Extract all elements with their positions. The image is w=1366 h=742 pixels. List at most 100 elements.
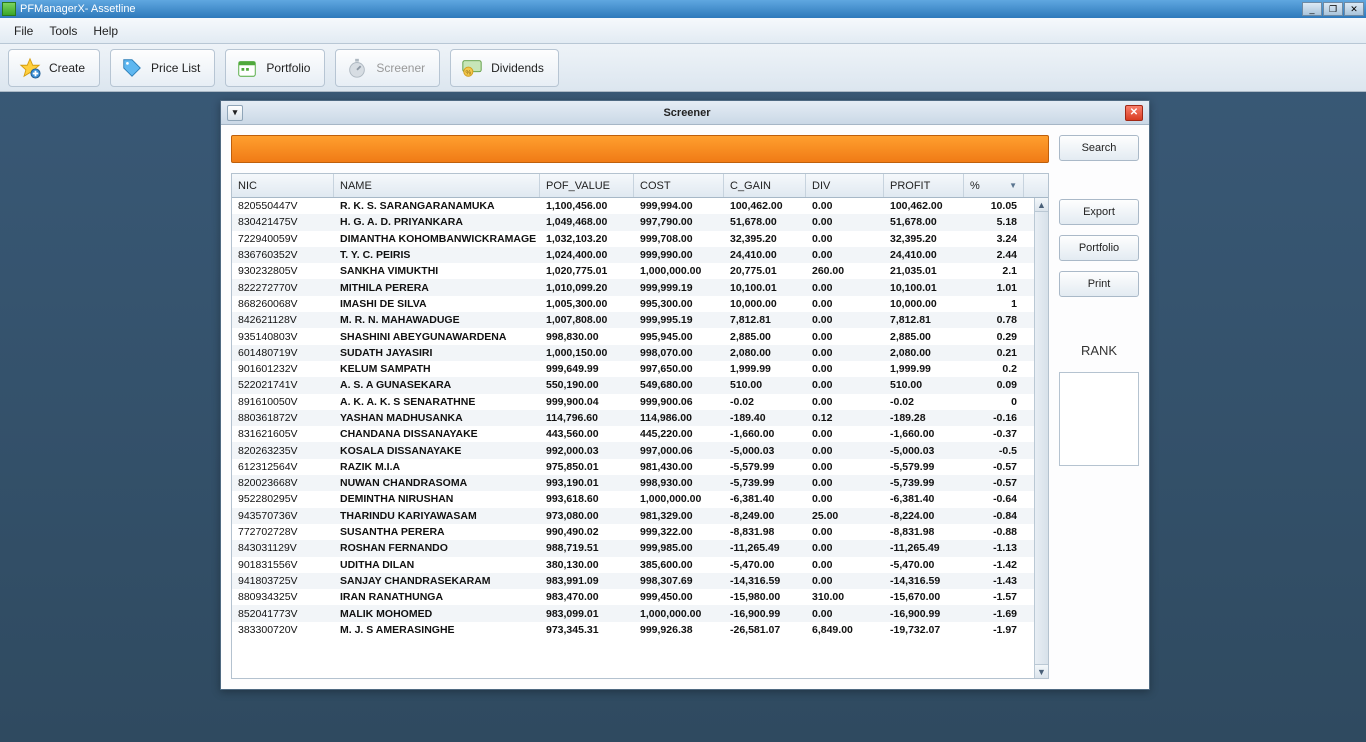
cell-pof: 993,618.60 <box>540 491 634 507</box>
table-row[interactable]: 842621128VM. R. N. MAHAWADUGE1,007,808.0… <box>232 312 1034 328</box>
cell-nic: 943570736V <box>232 508 334 524</box>
screener-button[interactable]: Screener <box>335 49 440 87</box>
table-row[interactable]: 852041773VMALIK MOHOMED983,099.011,000,0… <box>232 605 1034 621</box>
vertical-scrollbar[interactable]: ▲ ▼ <box>1034 198 1048 678</box>
print-button[interactable]: Print <box>1059 271 1139 297</box>
table-row[interactable]: 820550447VR. K. S. SARANGARANAMUKA1,100,… <box>232 198 1034 214</box>
cell-pof: 550,190.00 <box>540 377 634 393</box>
cell-profit: -189.28 <box>884 410 964 426</box>
cell-cgain: 100,462.00 <box>724 198 806 214</box>
cell-cost: 1,000,000.00 <box>634 263 724 279</box>
dialog-dropdown-icon[interactable]: ▾ <box>227 105 243 121</box>
svg-text:%: % <box>466 69 472 76</box>
cell-div: 0.00 <box>806 345 884 361</box>
cell-cost: 999,994.00 <box>634 198 724 214</box>
cell-name: H. G. A. D. PRIYANKARA <box>334 214 540 230</box>
cell-cost: 999,708.00 <box>634 231 724 247</box>
col-cgain[interactable]: C_GAIN <box>724 174 806 197</box>
export-button[interactable]: Export <box>1059 199 1139 225</box>
table-row[interactable]: 935140803VSHASHINI ABEYGUNAWARDENA998,83… <box>232 328 1034 344</box>
table-row[interactable]: 722940059VDIMANTHA KOHOMBANWICKRAMAGE1,0… <box>232 231 1034 247</box>
cell-cgain: 51,678.00 <box>724 214 806 230</box>
table-row[interactable]: 901601232VKELUM SAMPATH999,649.99997,650… <box>232 361 1034 377</box>
cell-nic: 822272770V <box>232 279 334 295</box>
cell-name: MALIK MOHOMED <box>334 605 540 621</box>
dividends-button[interactable]: % Dividends <box>450 49 559 87</box>
table-row[interactable]: 836760352VT. Y. C. PEIRIS1,024,400.00999… <box>232 247 1034 263</box>
search-input[interactable] <box>231 135 1049 163</box>
cell-pct: -0.88 <box>964 524 1024 540</box>
table-row[interactable]: 901831556VUDITHA DILAN380,130.00385,600.… <box>232 557 1034 573</box>
table-row[interactable]: 941803725VSANJAY CHANDRASEKARAM983,991.0… <box>232 573 1034 589</box>
table-row[interactable]: 383300720VM. J. S AMERASINGHE973,345.319… <box>232 622 1034 638</box>
table-row[interactable]: 831621605VCHANDANA DISSANAYAKE443,560.00… <box>232 426 1034 442</box>
scroll-down-icon[interactable]: ▼ <box>1035 664 1048 678</box>
col-name[interactable]: NAME <box>334 174 540 197</box>
col-div[interactable]: DIV <box>806 174 884 197</box>
cell-nic: 880361872V <box>232 410 334 426</box>
cell-cost: 549,680.00 <box>634 377 724 393</box>
col-pct[interactable]: %▼ <box>964 174 1024 197</box>
screener-label: Screener <box>376 61 425 75</box>
col-nic[interactable]: NIC <box>232 174 334 197</box>
cell-cost: 998,930.00 <box>634 475 724 491</box>
table-row[interactable]: 943570736VTHARINDU KARIYAWASAM973,080.00… <box>232 508 1034 524</box>
col-cost[interactable]: COST <box>634 174 724 197</box>
table-row[interactable]: 772702728VSUSANTHA PERERA990,490.02999,3… <box>232 524 1034 540</box>
table-row[interactable]: 820023668VNUWAN CHANDRASOMA993,190.01998… <box>232 475 1034 491</box>
create-button[interactable]: Create <box>8 49 100 87</box>
col-profit[interactable]: PROFIT <box>884 174 964 197</box>
cell-cost: 1,000,000.00 <box>634 605 724 621</box>
minimize-button[interactable]: _ <box>1302 2 1322 16</box>
cell-pct: -0.57 <box>964 459 1024 475</box>
table-row[interactable]: 868260068VIMASHI DE SILVA1,005,300.00995… <box>232 296 1034 312</box>
table-row[interactable]: 843031129VROSHAN FERNANDO988,719.51999,9… <box>232 540 1034 556</box>
cell-cost: 114,986.00 <box>634 410 724 426</box>
sort-desc-icon: ▼ <box>1009 181 1017 190</box>
menu-tools[interactable]: Tools <box>41 21 85 41</box>
cell-div: 0.00 <box>806 524 884 540</box>
table-row[interactable]: 612312564VRAZIK M.I.A975,850.01981,430.0… <box>232 459 1034 475</box>
cell-name: SANJAY CHANDRASEKARAM <box>334 573 540 589</box>
maximize-button[interactable]: ❐ <box>1323 2 1343 16</box>
portfolio-action-button[interactable]: Portfolio <box>1059 235 1139 261</box>
cell-div: 0.00 <box>806 426 884 442</box>
cell-name: KELUM SAMPATH <box>334 361 540 377</box>
table-row[interactable]: 601480719VSUDATH JAYASIRI1,000,150.00998… <box>232 345 1034 361</box>
table-row[interactable]: 880934325VIRAN RANATHUNGA983,470.00999,4… <box>232 589 1034 605</box>
table-row[interactable]: 522021741VA. S. A GUNASEKARA550,190.0054… <box>232 377 1034 393</box>
app-icon <box>2 2 16 16</box>
cell-name: SUDATH JAYASIRI <box>334 345 540 361</box>
col-pof-value[interactable]: POF_VALUE <box>540 174 634 197</box>
portfolio-button[interactable]: Portfolio <box>225 49 325 87</box>
scroll-track[interactable] <box>1035 212 1048 664</box>
search-button[interactable]: Search <box>1059 135 1139 161</box>
cell-pof: 999,649.99 <box>540 361 634 377</box>
cell-nic: 868260068V <box>232 296 334 312</box>
cell-pct: -1.43 <box>964 573 1024 589</box>
cell-pof: 992,000.03 <box>540 442 634 458</box>
scroll-up-icon[interactable]: ▲ <box>1035 198 1048 212</box>
cell-cost: 981,430.00 <box>634 459 724 475</box>
table-row[interactable]: 891610050VA. K. A. K. S SENARATHNE999,90… <box>232 394 1034 410</box>
table-row[interactable]: 820263235VKOSALA DISSANAYAKE992,000.0399… <box>232 442 1034 458</box>
dialog-close-button[interactable]: ✕ <box>1125 105 1143 121</box>
cell-cost: 997,650.00 <box>634 361 724 377</box>
cell-profit: -5,579.99 <box>884 459 964 475</box>
menu-file[interactable]: File <box>6 21 41 41</box>
menu-help[interactable]: Help <box>85 21 126 41</box>
table-row[interactable]: 930232805VSANKHA VIMUKTHI1,020,775.011,0… <box>232 263 1034 279</box>
table-row[interactable]: 952280295VDEMINTHA NIRUSHAN993,618.601,0… <box>232 491 1034 507</box>
cell-profit: 32,395.20 <box>884 231 964 247</box>
table-row[interactable]: 880361872VYASHAN MADHUSANKA114,796.60114… <box>232 410 1034 426</box>
cell-cgain: -5,470.00 <box>724 557 806 573</box>
cell-pct: -1.57 <box>964 589 1024 605</box>
pricelist-button[interactable]: Price List <box>110 49 215 87</box>
create-label: Create <box>49 61 85 75</box>
table-row[interactable]: 830421475VH. G. A. D. PRIYANKARA1,049,46… <box>232 214 1034 230</box>
cell-name: RAZIK M.I.A <box>334 459 540 475</box>
cell-name: ROSHAN FERNANDO <box>334 540 540 556</box>
table-row[interactable]: 822272770VMITHILA PERERA1,010,099.20999,… <box>232 279 1034 295</box>
cell-pct: 10.05 <box>964 198 1024 214</box>
close-button[interactable]: ✕ <box>1344 2 1364 16</box>
